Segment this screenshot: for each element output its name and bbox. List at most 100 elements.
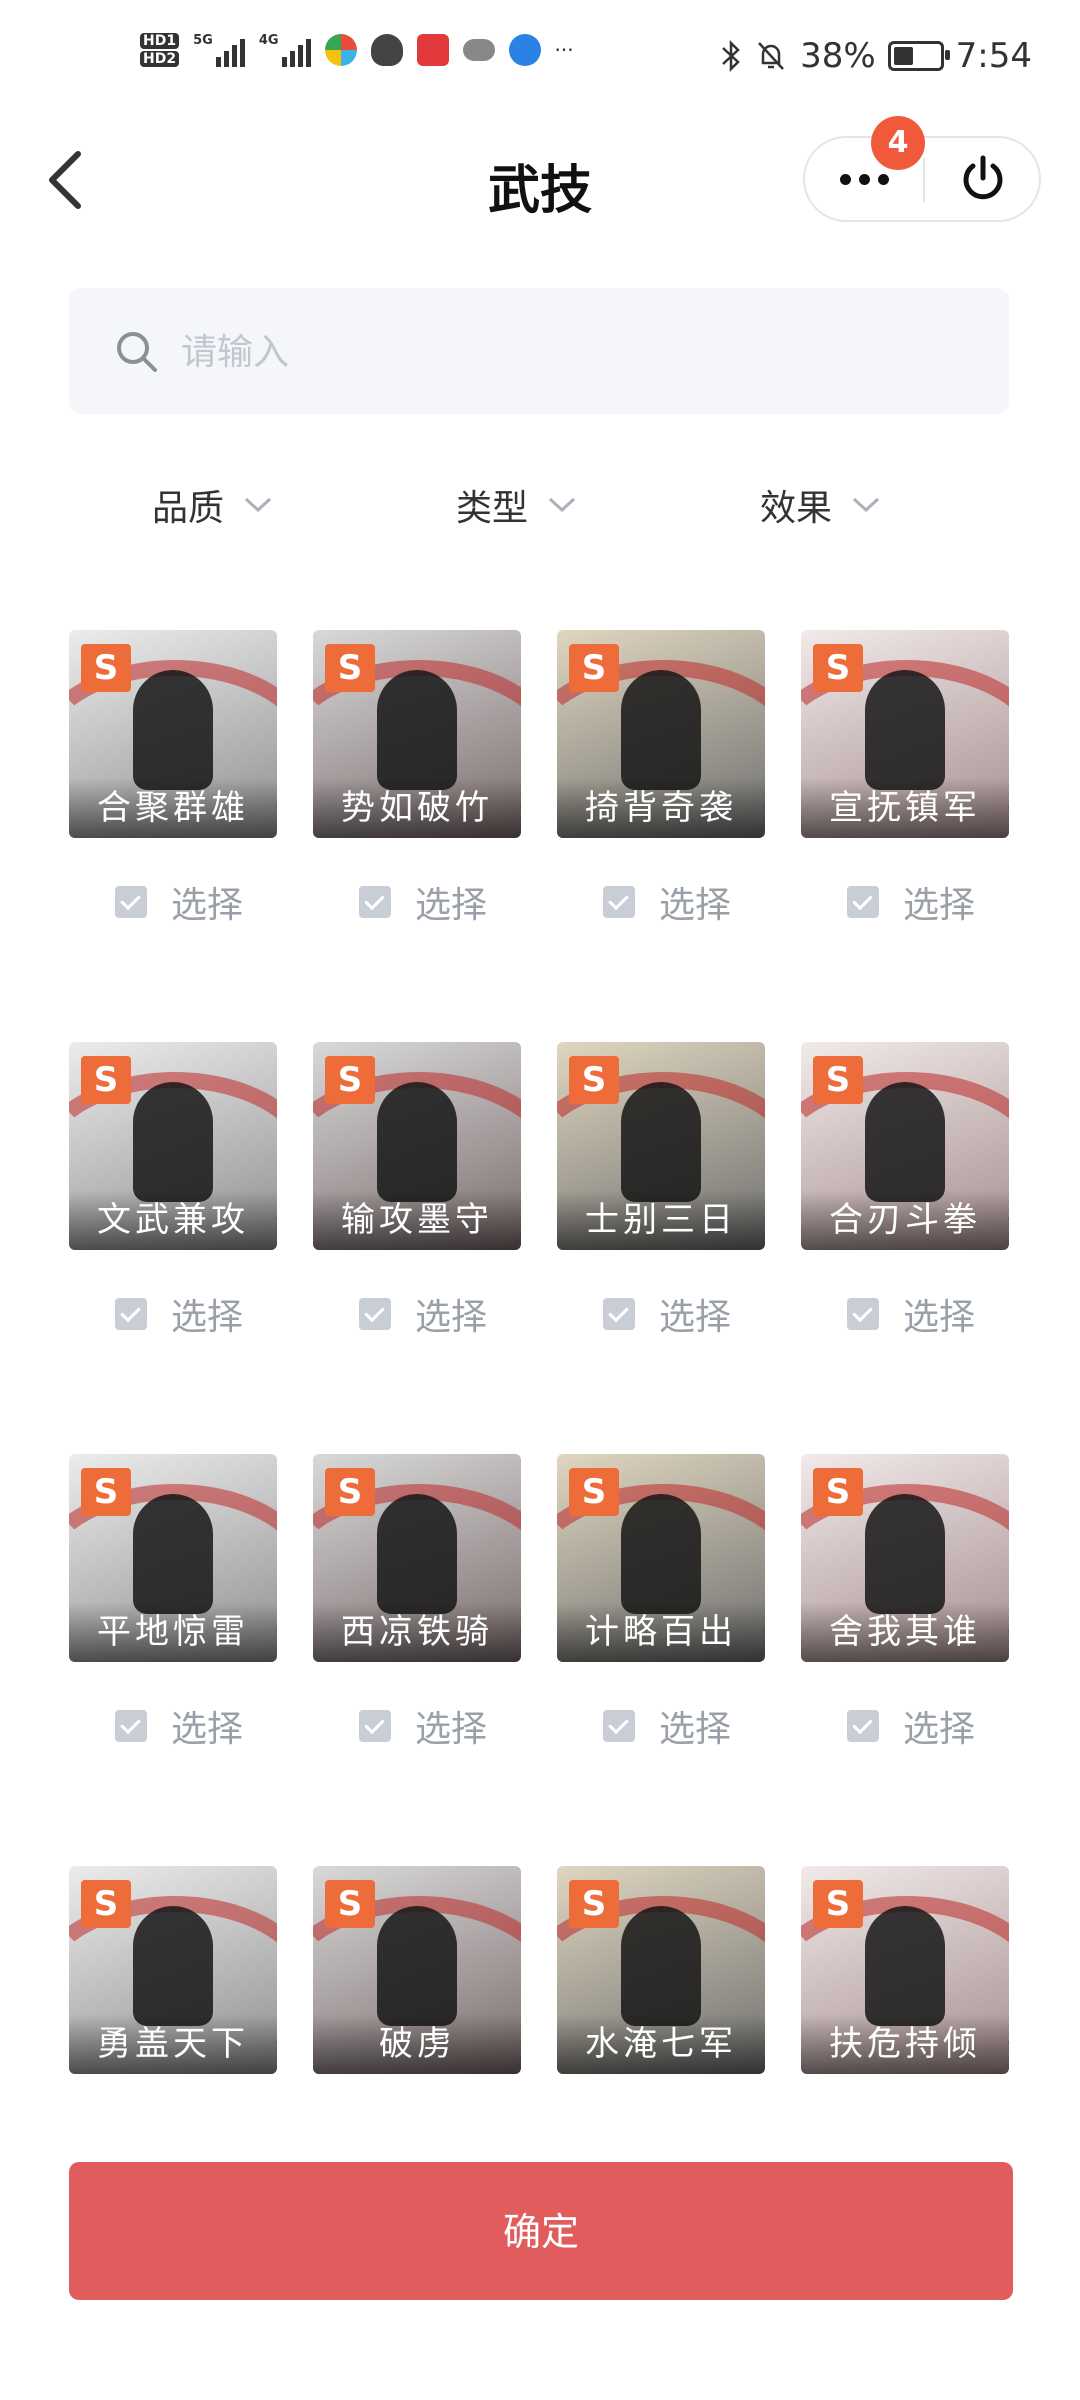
skill-card[interactable]: S 破虏选择 [313, 1866, 521, 2120]
chevron-down-icon [549, 497, 576, 513]
checkbox-icon[interactable] [603, 886, 635, 918]
skill-name: 势如破竹 [313, 778, 521, 838]
select-toggle[interactable]: 选择 [603, 1288, 765, 1340]
skill-image[interactable]: S 文武兼攻 [69, 1042, 277, 1250]
tier-badge: S [813, 1468, 863, 1516]
skill-card[interactable]: S 扶危持倾选择 [801, 1866, 1009, 2120]
warrior-silhouette [377, 1494, 457, 1614]
more-notifications-icon: ··· [554, 38, 574, 62]
select-label: 选择 [903, 1297, 976, 1338]
checkbox-icon[interactable] [359, 886, 391, 918]
skill-card[interactable]: S 计略百出选择 [557, 1454, 765, 1752]
select-label: 选择 [903, 1709, 976, 1750]
skill-card[interactable]: S 文武兼攻选择 [69, 1042, 277, 1340]
checkbox-icon[interactable] [359, 1710, 391, 1742]
select-label: 选择 [659, 1709, 732, 1750]
select-toggle[interactable]: 选择 [847, 1288, 1009, 1340]
select-label: 选择 [171, 885, 244, 926]
skill-card[interactable]: S 势如破竹选择 [313, 630, 521, 928]
skill-card[interactable]: S 西凉铁骑选择 [313, 1454, 521, 1752]
select-toggle[interactable]: 选择 [359, 2112, 521, 2120]
checkbox-icon[interactable] [847, 1298, 879, 1330]
tier-badge: S [81, 1056, 131, 1104]
skill-image[interactable]: S 勇盖天下 [69, 1866, 277, 2074]
skill-card[interactable]: S 宣抚镇军选择 [801, 630, 1009, 928]
select-toggle[interactable]: 选择 [115, 1700, 277, 1752]
skill-name: 破虏 [313, 2014, 521, 2074]
skill-card[interactable]: S 输攻墨守选择 [313, 1042, 521, 1340]
skill-image[interactable]: S 破虏 [313, 1866, 521, 2074]
skill-card[interactable]: S 水淹七军选择 [557, 1866, 765, 2120]
checkbox-icon[interactable] [603, 1710, 635, 1742]
skill-name: 平地惊雷 [69, 1602, 277, 1662]
checkbox-icon[interactable] [847, 886, 879, 918]
skill-image[interactable]: S 掎背奇袭 [557, 630, 765, 838]
filter-quality[interactable]: 品质 [152, 470, 272, 540]
signal-4g-label: 4G [258, 33, 279, 48]
filter-effect[interactable]: 效果 [760, 470, 880, 540]
warrior-silhouette [377, 1906, 457, 2026]
warrior-silhouette [621, 1082, 701, 1202]
skill-card[interactable]: S 勇盖天下选择 [69, 1866, 277, 2120]
select-label: 选择 [415, 885, 488, 926]
bluetooth-icon [722, 39, 740, 73]
warrior-silhouette [621, 670, 701, 790]
skill-image[interactable]: S 士别三日 [557, 1042, 765, 1250]
checkbox-icon[interactable] [847, 1710, 879, 1742]
select-toggle[interactable]: 选择 [115, 2112, 277, 2120]
skill-image[interactable]: S 合聚群雄 [69, 630, 277, 838]
skill-image[interactable]: S 舍我其谁 [801, 1454, 1009, 1662]
search-icon [117, 332, 157, 372]
hd1-label: HD1 [140, 33, 180, 49]
search-input[interactable] [179, 318, 963, 386]
skill-image[interactable]: S 西凉铁骑 [313, 1454, 521, 1662]
skill-image[interactable]: S 扶危持倾 [801, 1866, 1009, 2074]
filter-type[interactable]: 类型 [456, 470, 576, 540]
skill-image[interactable]: S 水淹七军 [557, 1866, 765, 2074]
skill-grid: S 合聚群雄 选择 S 势如破竹 选择 S 掎背奇袭 选择 S 宣抚镇军 选择 S 文武兼攻 选择 S 输攻墨守… [69, 630, 1019, 2120]
select-toggle[interactable]: 选择 [115, 876, 277, 928]
skill-image[interactable]: S 输攻墨守 [313, 1042, 521, 1250]
checkbox-icon[interactable] [115, 886, 147, 918]
clock: 7:54 [955, 36, 1032, 76]
select-toggle[interactable]: 选择 [847, 876, 1009, 928]
select-toggle[interactable]: 选择 [115, 1288, 277, 1340]
skill-card[interactable]: S 掎背奇袭选择 [557, 630, 765, 928]
tier-badge: S [325, 1880, 375, 1928]
skill-image[interactable]: S 合刃斗拳 [801, 1042, 1009, 1250]
checkbox-icon[interactable] [359, 1298, 391, 1330]
skill-card[interactable]: S 合刃斗拳选择 [801, 1042, 1009, 1340]
confirm-button[interactable]: 确定 [69, 2162, 1013, 2300]
skill-card[interactable]: S 舍我其谁选择 [801, 1454, 1009, 1752]
warrior-silhouette [865, 1906, 945, 2026]
tier-badge: S [81, 1468, 131, 1516]
skill-card[interactable]: S 平地惊雷选择 [69, 1454, 277, 1752]
checkbox-icon[interactable] [115, 1710, 147, 1742]
checkbox-icon[interactable] [115, 1298, 147, 1330]
close-miniapp-button[interactable] [925, 138, 1041, 220]
select-toggle[interactable]: 选择 [603, 1700, 765, 1752]
skill-image[interactable]: S 平地惊雷 [69, 1454, 277, 1662]
checkbox-icon[interactable] [603, 1298, 635, 1330]
skill-name: 勇盖天下 [69, 2014, 277, 2074]
select-toggle[interactable]: 选择 [847, 2112, 1009, 2120]
select-toggle[interactable]: 选择 [359, 876, 521, 928]
skill-image[interactable]: S 宣抚镇军 [801, 630, 1009, 838]
warrior-silhouette [133, 1494, 213, 1614]
more-dots-icon [839, 173, 889, 185]
more-button[interactable]: 4 [805, 116, 925, 220]
select-label: 选择 [903, 885, 976, 926]
tier-badge: S [569, 1056, 619, 1104]
skill-image[interactable]: S 势如破竹 [313, 630, 521, 838]
skill-card[interactable]: S 合聚群雄选择 [69, 630, 277, 928]
select-toggle[interactable]: 选择 [359, 1288, 521, 1340]
select-toggle[interactable]: 选择 [359, 1700, 521, 1752]
select-toggle[interactable]: 选择 [603, 876, 765, 928]
tier-badge: S [569, 1880, 619, 1928]
select-toggle[interactable]: 选择 [847, 1700, 1009, 1752]
skill-image[interactable]: S 计略百出 [557, 1454, 765, 1662]
hd-indicator: HD1 HD2 [140, 33, 180, 67]
select-toggle[interactable]: 选择 [603, 2112, 765, 2120]
hd2-label: HD2 [140, 51, 180, 67]
skill-card[interactable]: S 士别三日选择 [557, 1042, 765, 1340]
